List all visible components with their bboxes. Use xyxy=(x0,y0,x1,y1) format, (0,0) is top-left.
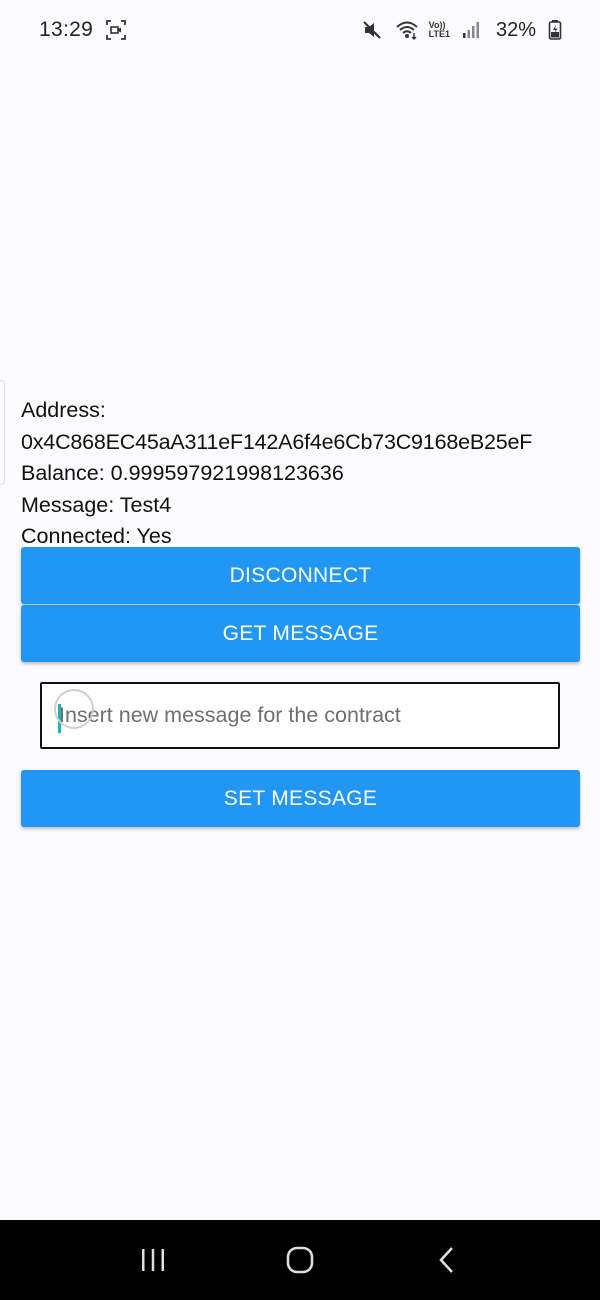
message-text: Message: Test4 xyxy=(21,492,172,517)
wifi-icon xyxy=(395,19,418,41)
set-message-button[interactable]: SET MESSAGE xyxy=(21,770,580,827)
volte-label-bottom: LTE1 xyxy=(428,29,450,39)
status-bar: 13:29 Vo)) LTE1 32% xyxy=(0,0,600,60)
get-message-button[interactable]: GET MESSAGE xyxy=(21,605,580,662)
screen-record-icon xyxy=(105,19,127,41)
disconnect-button[interactable]: DISCONNECT xyxy=(21,547,580,604)
message-input-box[interactable] xyxy=(40,682,560,749)
status-left: 13:29 xyxy=(39,18,127,42)
signal-icon xyxy=(462,19,484,41)
battery-percent: 32% xyxy=(495,18,536,41)
message-input[interactable] xyxy=(42,684,558,747)
status-time: 13:29 xyxy=(39,18,94,41)
mute-icon xyxy=(361,19,383,41)
balance-text: Balance: 0.999597921998123636 xyxy=(21,461,344,485)
battery-icon xyxy=(548,19,562,41)
status-right: Vo)) LTE1 32% xyxy=(361,19,562,42)
app-screen: 13:29 Vo)) LTE1 32% Address: 0x4C868EC45… xyxy=(0,0,600,1300)
volte-icon: Vo)) LTE1 xyxy=(429,21,450,39)
home-icon[interactable] xyxy=(270,1230,330,1290)
edge-panel-handle[interactable] xyxy=(0,380,5,485)
account-info: Address: 0x4C868EC45aA311eF142A6f4e6Cb73… xyxy=(21,396,586,554)
recent-apps-icon[interactable] xyxy=(123,1230,183,1290)
touch-indicator xyxy=(54,689,94,729)
back-icon[interactable] xyxy=(417,1230,477,1290)
address-value: 0x4C868EC45aA311eF142A6f4e6Cb73C9168eB25… xyxy=(21,429,533,454)
address-label: Address: xyxy=(21,398,106,422)
navigation-bar xyxy=(0,1220,600,1300)
